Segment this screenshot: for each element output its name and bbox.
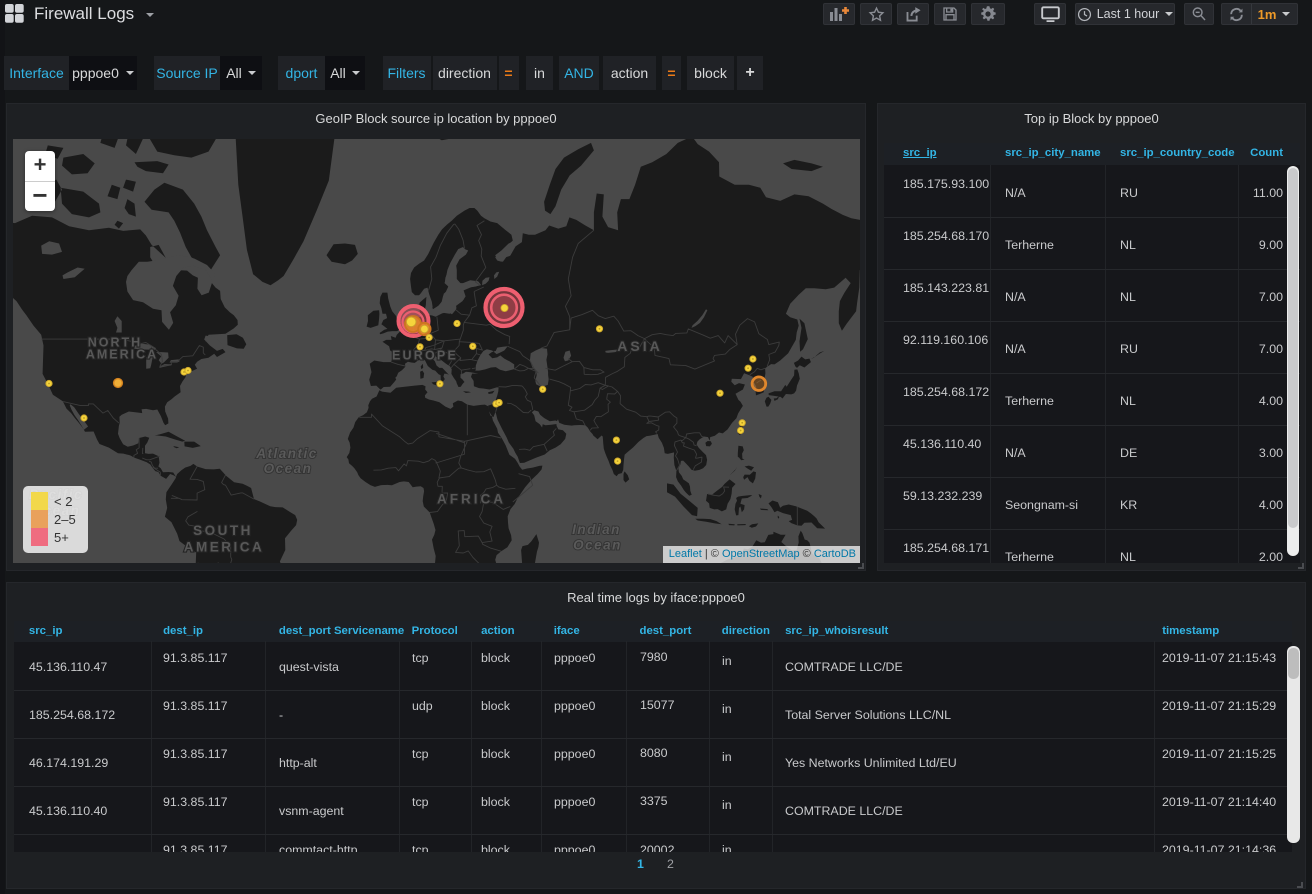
- svg-text:AFRICA: AFRICA: [437, 492, 506, 507]
- svg-text:ASIA: ASIA: [617, 338, 662, 354]
- svg-text:Ocean: Ocean: [264, 461, 313, 476]
- svg-text:AMERICA: AMERICA: [184, 540, 265, 555]
- svg-text:Ocean: Ocean: [573, 538, 622, 553]
- svg-text:EUROPE: EUROPE: [392, 349, 458, 363]
- svg-text:AMERICA: AMERICA: [86, 348, 158, 362]
- svg-text:SOUTH: SOUTH: [193, 523, 253, 538]
- svg-text:Indian: Indian: [572, 522, 621, 537]
- svg-text:Atlantic: Atlantic: [255, 446, 318, 461]
